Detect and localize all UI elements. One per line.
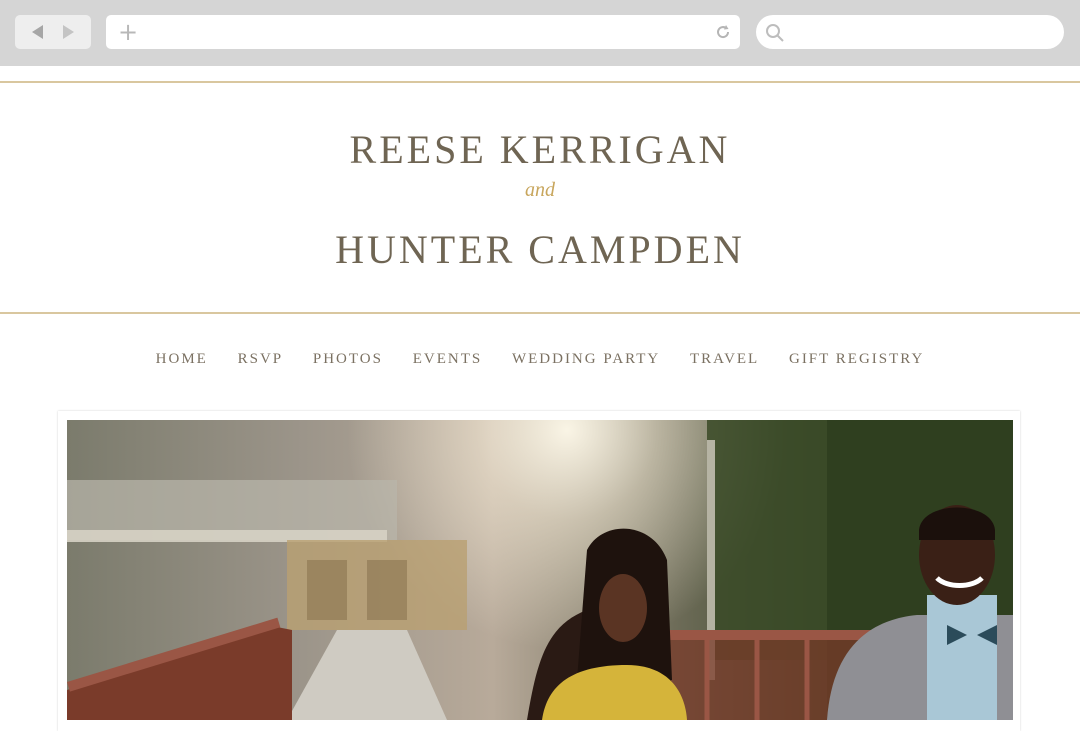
nav-events[interactable]: EVENTS: [413, 351, 483, 368]
plus-icon[interactable]: +: [118, 20, 138, 44]
photo-scene: [67, 420, 1013, 720]
nav-wedding-party[interactable]: WEDDING PARTY: [512, 351, 660, 368]
history-buttons: [15, 15, 91, 49]
back-arrow-icon[interactable]: [32, 25, 43, 39]
nav-gift-registry[interactable]: GIFT REGISTRY: [789, 351, 924, 368]
browser-chrome: +: [0, 0, 1080, 66]
header-bottom-rule: [0, 312, 1080, 314]
hero-photo-frame: [58, 411, 1020, 731]
search-icon: [766, 24, 784, 42]
site-navigation: HOME RSVP PHOTOS EVENTS WEDDING PARTY TR…: [0, 351, 1080, 368]
nav-home[interactable]: HOME: [156, 351, 208, 368]
nav-rsvp[interactable]: RSVP: [238, 351, 284, 368]
header-top-rule: [0, 81, 1080, 83]
address-bar[interactable]: +: [106, 15, 740, 49]
nav-photos[interactable]: PHOTOS: [313, 351, 383, 368]
reload-icon[interactable]: [714, 23, 732, 41]
wedding-site: REESE KERRIGAN and HUNTER CAMPDEN HOME R…: [0, 66, 1080, 731]
engagement-photo: [67, 420, 1013, 720]
search-field[interactable]: [756, 15, 1064, 49]
partner-two-name: HUNTER CAMPDEN: [335, 227, 745, 272]
forward-arrow-icon[interactable]: [63, 25, 74, 39]
nav-travel[interactable]: TRAVEL: [690, 351, 759, 368]
names-joiner: and: [525, 179, 555, 201]
partner-one-name: REESE KERRIGAN: [349, 127, 731, 172]
